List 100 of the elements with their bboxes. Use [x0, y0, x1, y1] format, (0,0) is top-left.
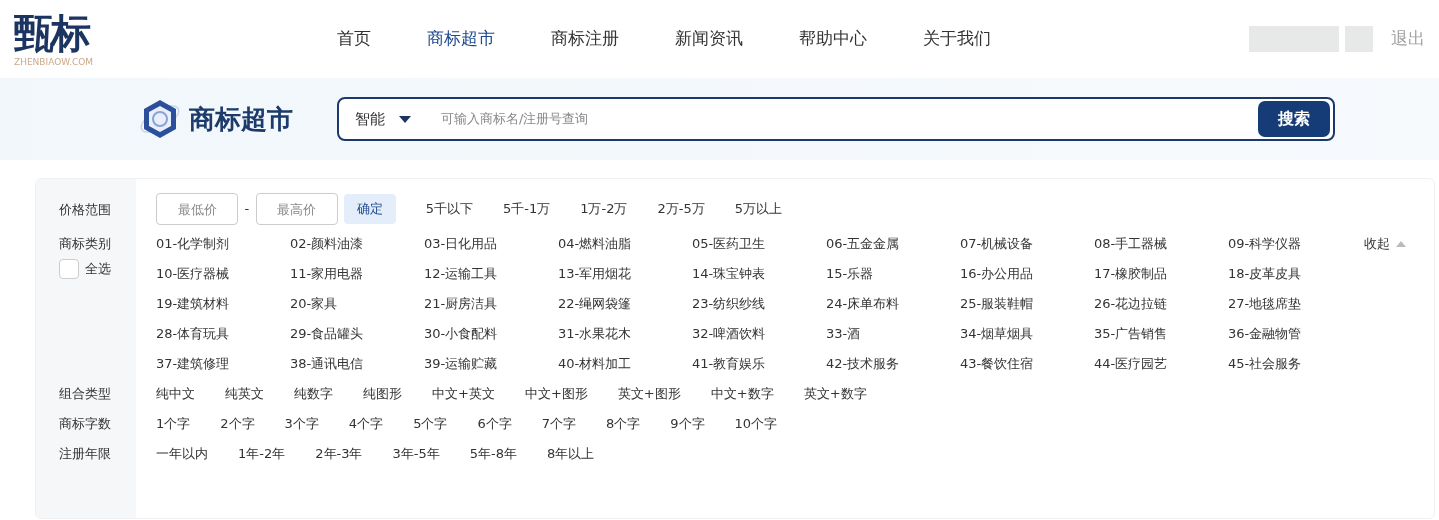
search-button[interactable]: 搜索 — [1258, 101, 1330, 137]
category-option[interactable]: 30-小食配料 — [424, 319, 558, 349]
category-option[interactable]: 20-家具 — [290, 289, 424, 319]
logo-subtitle: ZHENBIAOW.COM — [14, 57, 95, 67]
confirm-button[interactable]: 确定 — [343, 194, 396, 224]
category-option[interactable]: 42-技术服务 — [826, 349, 960, 379]
filter-option[interactable]: 8年以上 — [546, 444, 595, 464]
category-option[interactable]: 08-手工器械 — [1094, 229, 1228, 259]
category-option[interactable]: 32-啤酒饮料 — [692, 319, 826, 349]
filter-option[interactable]: 中文+数字 — [710, 384, 774, 404]
filter-option[interactable]: 6个字 — [477, 414, 512, 434]
filter-option[interactable]: 8个字 — [605, 414, 641, 434]
filter-label: 组合类型 — [59, 385, 112, 403]
filter-option[interactable]: 9个字 — [670, 414, 705, 434]
category-option[interactable]: 34-烟草烟具 — [960, 319, 1094, 349]
filter-option[interactable]: 1个字 — [156, 414, 191, 434]
category-option[interactable]: 23-纺织纱线 — [692, 289, 826, 319]
category-option[interactable]: 28-体育玩具 — [156, 319, 290, 349]
search-box[interactable]: 智能 可输入商标名/注册号查询 搜索 — [337, 97, 1335, 141]
category-option[interactable]: 04-燃料油脂 — [558, 229, 692, 259]
filter-option[interactable]: 2个字 — [220, 414, 255, 434]
redacted-avatar — [1345, 26, 1373, 52]
category-option[interactable]: 16-办公用品 — [960, 259, 1094, 289]
category-option[interactable]: 06-五金金属 — [826, 229, 960, 259]
category-option[interactable]: 12-运输工具 — [424, 259, 558, 289]
nav-link[interactable]: 商标注册 — [551, 26, 619, 52]
category-option[interactable]: 05-医药卫生 — [692, 229, 826, 259]
filter-option[interactable]: 英文+数字 — [803, 384, 867, 404]
nav-link[interactable]: 首页 — [337, 26, 371, 52]
category-option[interactable]: 22-绳网袋篷 — [558, 289, 692, 319]
category-option[interactable]: 33-酒 — [826, 319, 960, 349]
filter-option[interactable]: 纯中文 — [156, 384, 195, 404]
filter-option[interactable]: 7个字 — [541, 414, 576, 434]
category-option[interactable]: 26-花边拉链 — [1094, 289, 1228, 319]
filter-option[interactable]: 纯英文 — [225, 384, 264, 404]
filter-option[interactable]: 10个字 — [734, 414, 778, 434]
category-option[interactable]: 07-机械设备 — [960, 229, 1094, 259]
brand-title: 商标超市 — [189, 102, 293, 136]
select-all-label: 全选 — [85, 260, 111, 279]
filter-option[interactable]: 1年-2年 — [238, 444, 286, 464]
category-option[interactable]: 14-珠宝钟表 — [692, 259, 826, 289]
filter-option[interactable]: 2年-3年 — [315, 444, 363, 464]
filter-option[interactable]: 5年-8年 — [469, 444, 517, 464]
price-option[interactable]: 5千-1万 — [503, 199, 551, 219]
category-option[interactable]: 13-军用烟花 — [558, 259, 692, 289]
category-option[interactable]: 44-医疗园艺 — [1094, 349, 1228, 379]
filter-option[interactable]: 4个字 — [348, 414, 384, 434]
category-option[interactable]: 37-建筑修理 — [156, 349, 290, 379]
price-option[interactable]: 5千以下 — [425, 199, 473, 219]
min-price-field[interactable]: 最低价 — [156, 193, 238, 225]
filter-label: 价格范围 — [59, 201, 112, 219]
caret-down-icon — [399, 115, 411, 123]
category-option[interactable]: 41-教育娱乐 — [692, 349, 826, 379]
category-option[interactable]: 35-广告销售 — [1094, 319, 1228, 349]
category-option[interactable]: 09-科学仪器 — [1228, 229, 1362, 259]
category-option[interactable]: 18-皮革皮具 — [1228, 259, 1362, 289]
nav-link[interactable]: 新闻资讯 — [675, 26, 743, 52]
category-option[interactable]: 27-地毯席垫 — [1228, 289, 1362, 319]
select-all-checkbox[interactable] — [59, 259, 79, 279]
filter-option[interactable]: 一年以内 — [156, 444, 208, 464]
filter-option[interactable]: 中文+英文 — [432, 384, 495, 404]
category-option[interactable]: 11-家用电器 — [290, 259, 424, 289]
category-option[interactable]: 15-乐器 — [826, 259, 960, 289]
collapse-toggle[interactable]: 收起 — [1364, 229, 1406, 259]
category-option[interactable]: 24-床单布料 — [826, 289, 960, 319]
category-option[interactable]: 17-橡胶制品 — [1094, 259, 1228, 289]
filter-option[interactable]: 英文+图形 — [617, 384, 681, 404]
search-mode-dropdown[interactable]: 智能 — [355, 107, 411, 131]
filter-option[interactable]: 纯数字 — [294, 384, 333, 404]
filter-option[interactable]: 中文+图形 — [524, 384, 588, 404]
nav-link[interactable]: 帮助中心 — [799, 26, 867, 52]
caret-up-icon — [1396, 241, 1406, 247]
category-option[interactable]: 45-社会服务 — [1228, 349, 1362, 379]
price-option[interactable]: 5万以上 — [734, 199, 782, 219]
category-option[interactable]: 25-服装鞋帽 — [960, 289, 1094, 319]
filter-label: 注册年限 — [59, 445, 112, 463]
category-option[interactable]: 38-通讯电信 — [290, 349, 424, 379]
nav-link[interactable]: 商标超市 — [427, 26, 495, 52]
category-option[interactable]: 02-颜料油漆 — [290, 229, 424, 259]
category-option[interactable]: 43-餐饮住宿 — [960, 349, 1094, 379]
category-option[interactable]: 31-水果花木 — [558, 319, 692, 349]
price-option[interactable]: 1万-2万 — [580, 199, 628, 219]
category-option[interactable]: 29-食品罐头 — [290, 319, 424, 349]
category-option[interactable]: 01-化学制剂 — [156, 229, 290, 259]
filter-option[interactable]: 5个字 — [413, 414, 448, 434]
category-option[interactable]: 40-材料加工 — [558, 349, 692, 379]
filter-label: 商标字数 — [59, 415, 112, 433]
category-option[interactable]: 03-日化用品 — [424, 229, 558, 259]
filter-option[interactable]: 3年-5年 — [392, 444, 440, 464]
logo-text: 甄标 — [14, 11, 90, 55]
category-option[interactable]: 21-厨房洁具 — [424, 289, 558, 319]
category-option[interactable]: 10-医疗器械 — [156, 259, 290, 289]
filter-option[interactable]: 纯图形 — [363, 384, 402, 404]
category-option[interactable]: 36-金融物管 — [1228, 319, 1362, 349]
price-option[interactable]: 2万-5万 — [657, 199, 705, 219]
category-option[interactable]: 19-建筑材料 — [156, 289, 290, 319]
filter-option[interactable]: 3个字 — [284, 414, 319, 434]
category-option[interactable]: 39-运输贮藏 — [424, 349, 558, 379]
nav-link[interactable]: 关于我们 — [923, 26, 991, 52]
max-price-field[interactable]: 最高价 — [255, 193, 338, 225]
